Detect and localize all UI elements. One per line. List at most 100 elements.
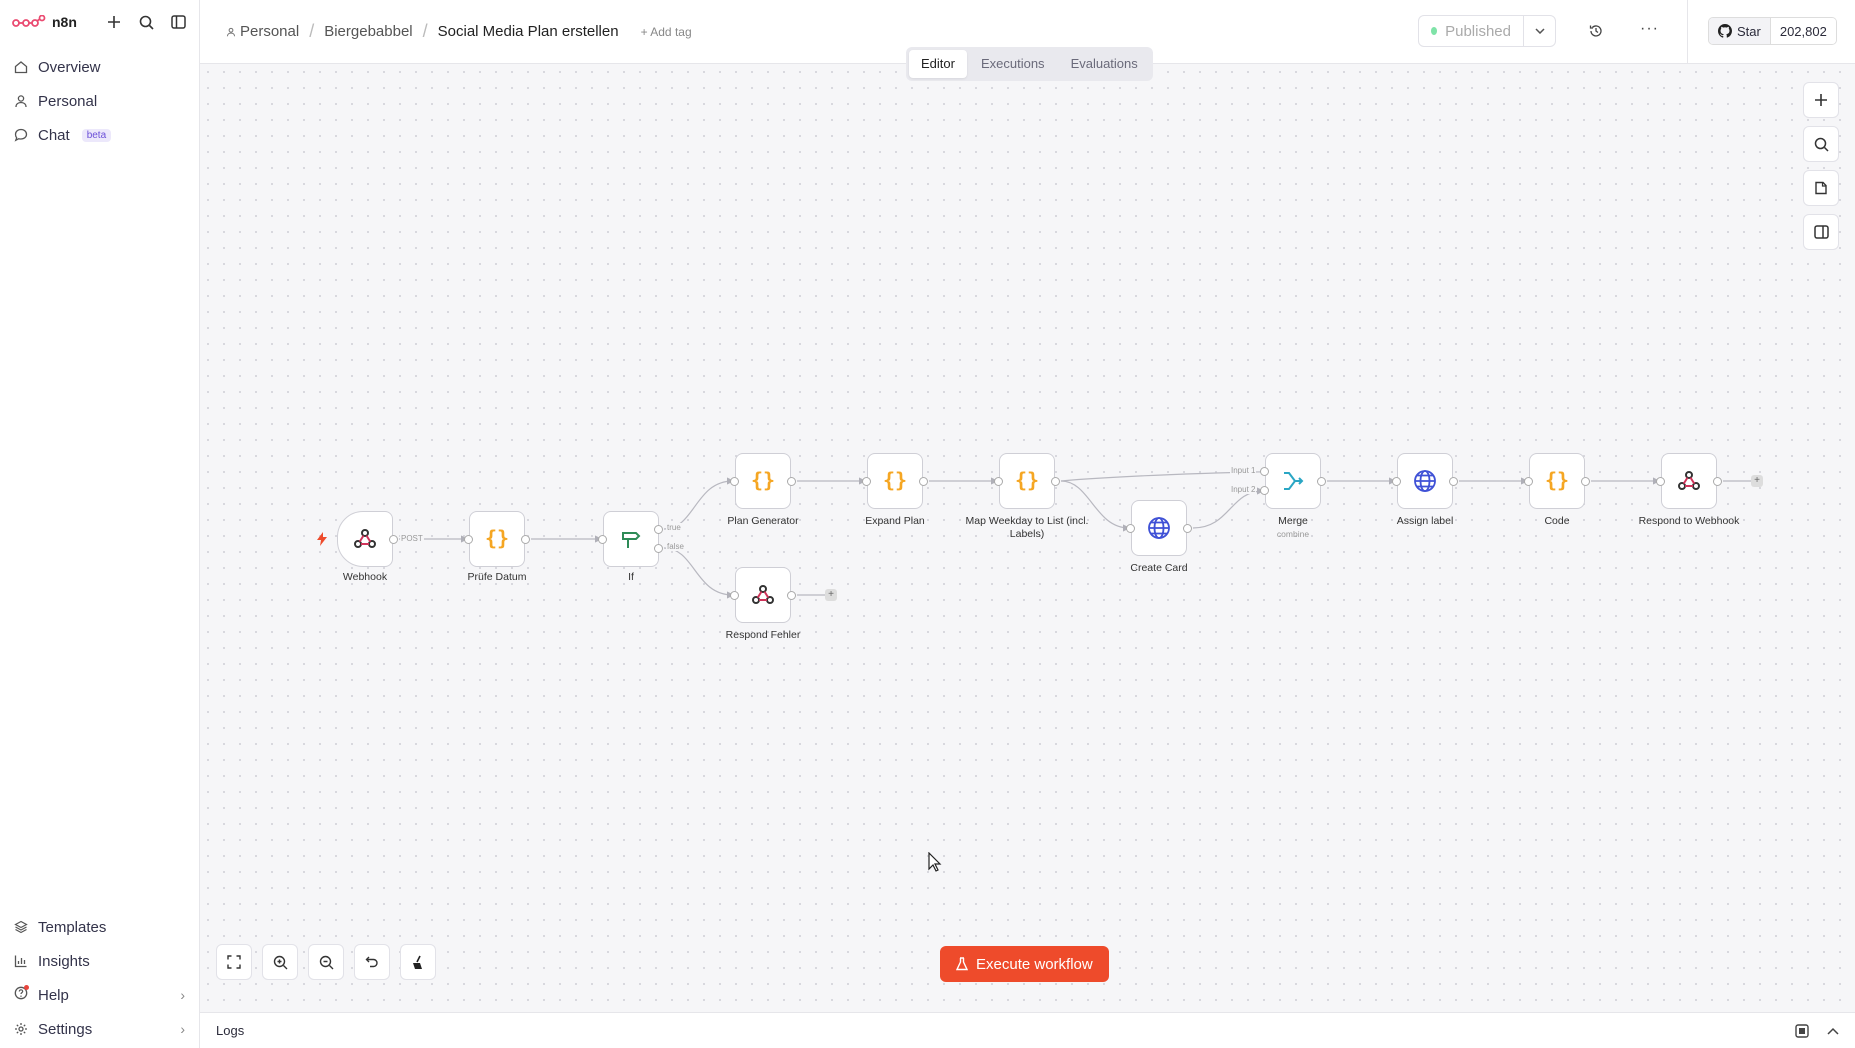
- webhook-icon: [354, 529, 376, 548]
- node-webhook[interactable]: [337, 511, 393, 567]
- breadcrumb-personal[interactable]: Personal: [240, 23, 299, 40]
- add-icon[interactable]: [105, 13, 123, 31]
- port-out[interactable]: [1051, 477, 1060, 486]
- chevron-right-icon: ›: [180, 1021, 185, 1037]
- zoom-in-button[interactable]: [262, 944, 298, 980]
- port-in-2[interactable]: [1260, 486, 1269, 495]
- more-options-icon[interactable]: ···: [1640, 20, 1659, 38]
- port-out[interactable]: [787, 477, 796, 486]
- zoom-out-button[interactable]: [308, 944, 344, 980]
- port-in[interactable]: [464, 535, 473, 544]
- sidebar-item-insights[interactable]: Insights: [0, 944, 199, 978]
- logs-panel[interactable]: Logs: [200, 1012, 1855, 1048]
- node-plan-generator[interactable]: {}: [735, 453, 791, 509]
- svg-text:{}: {}: [751, 468, 775, 492]
- execute-workflow-button[interactable]: Execute workflow: [940, 946, 1109, 982]
- github-star-widget[interactable]: Star 202,802: [1708, 17, 1837, 45]
- port-in[interactable]: [994, 477, 1003, 486]
- sidebar-item-label: Chat: [38, 126, 70, 144]
- port-out-true[interactable]: [654, 525, 663, 534]
- chevron-up-icon[interactable]: [1827, 1027, 1839, 1035]
- node-create-card[interactable]: [1131, 500, 1187, 556]
- workflow-title[interactable]: Social Media Plan erstellen: [438, 23, 619, 40]
- node-assign-label[interactable]: [1397, 453, 1453, 509]
- port-out[interactable]: [389, 535, 398, 544]
- tab-evaluations[interactable]: Evaluations: [1059, 50, 1150, 78]
- node-map-weekday[interactable]: {}: [999, 453, 1055, 509]
- fit-view-button[interactable]: [216, 944, 252, 980]
- publish-status-control: Published: [1418, 15, 1556, 47]
- port-out-false[interactable]: [654, 544, 663, 553]
- sidebar-item-settings[interactable]: Settings ›: [0, 1012, 199, 1046]
- sidebar-item-overview[interactable]: Overview: [0, 50, 199, 84]
- panel-toggle-button[interactable]: [1803, 214, 1839, 250]
- fit-view-icon: [227, 955, 241, 969]
- sidebar-item-chat[interactable]: Chat beta: [0, 118, 199, 152]
- port-out[interactable]: [1183, 524, 1192, 533]
- search-icon[interactable]: [137, 13, 155, 31]
- user-icon: [226, 27, 236, 36]
- undo-button[interactable]: [354, 944, 390, 980]
- node-pruefe-datum[interactable]: {}: [469, 511, 525, 567]
- tidy-up-button[interactable]: [400, 944, 436, 980]
- port-in[interactable]: [1524, 477, 1533, 486]
- port-in[interactable]: [1392, 477, 1401, 486]
- port-out[interactable]: [521, 535, 530, 544]
- sidebar-item-personal[interactable]: Personal: [0, 84, 199, 118]
- canvas-zoom-toolbar: [216, 944, 436, 980]
- port-out[interactable]: [1713, 477, 1722, 486]
- edge-label-false: false: [666, 542, 685, 551]
- add-node-plus-icon[interactable]: +: [825, 589, 837, 601]
- port-out[interactable]: [919, 477, 928, 486]
- port-out[interactable]: [1449, 477, 1458, 486]
- add-tag-link[interactable]: + Add tag: [641, 25, 692, 39]
- node-expand-plan[interactable]: {}: [867, 453, 923, 509]
- search-nodes-button[interactable]: [1803, 126, 1839, 162]
- published-button[interactable]: Published: [1419, 16, 1523, 46]
- port-out[interactable]: [1317, 477, 1326, 486]
- sidebar-toggle-icon[interactable]: [169, 13, 187, 31]
- logo-text: n8n: [52, 14, 77, 30]
- webhook-icon: [752, 585, 774, 604]
- history-button[interactable]: [1586, 21, 1606, 41]
- node-respond-to-webhook[interactable]: [1661, 453, 1717, 509]
- port-in[interactable]: [862, 477, 871, 486]
- breadcrumb-project[interactable]: Biergebabbel: [324, 23, 412, 40]
- canvas-right-toolbar: [1803, 82, 1839, 250]
- edge-label-post: POST: [400, 534, 424, 543]
- gear-icon: [15, 1023, 27, 1035]
- add-node-plus-icon[interactable]: +: [1751, 475, 1763, 487]
- workflow-canvas[interactable]: POST true false Input 1 Input 2 Webhook …: [200, 64, 1855, 1012]
- port-in[interactable]: [1126, 524, 1135, 533]
- github-star-button[interactable]: Star: [1709, 18, 1771, 44]
- svg-text:{}: {}: [883, 468, 907, 492]
- github-icon: [1718, 24, 1732, 38]
- n8n-logo[interactable]: n8n: [12, 14, 77, 30]
- sidebar-item-help[interactable]: Help ›: [0, 978, 199, 1012]
- sidebar-header: n8n: [0, 0, 199, 44]
- tab-executions[interactable]: Executions: [969, 50, 1057, 78]
- sidebar-item-label: Personal: [38, 92, 98, 110]
- node-respond-fehler[interactable]: [735, 567, 791, 623]
- chevron-down-icon: [1534, 28, 1545, 34]
- panel-icon: [1813, 225, 1829, 239]
- port-in[interactable]: [598, 535, 607, 544]
- port-in-1[interactable]: [1260, 467, 1269, 476]
- sidebar-item-templates[interactable]: Templates: [0, 910, 199, 944]
- sticky-note-button[interactable]: [1803, 170, 1839, 206]
- node-if[interactable]: [603, 511, 659, 567]
- tab-editor[interactable]: Editor: [909, 50, 967, 78]
- node-merge[interactable]: [1265, 453, 1321, 509]
- port-out[interactable]: [787, 591, 796, 600]
- port-in[interactable]: [730, 591, 739, 600]
- port-in[interactable]: [730, 477, 739, 486]
- code-braces-icon: {}: [883, 468, 907, 492]
- port-in[interactable]: [1656, 477, 1665, 486]
- node-code[interactable]: {}: [1529, 453, 1585, 509]
- popout-icon[interactable]: [1795, 1023, 1809, 1038]
- breadcrumb: Personal / Biergebabbel / Social Media P…: [200, 0, 692, 64]
- add-node-button[interactable]: [1803, 82, 1839, 118]
- publish-dropdown-button[interactable]: [1523, 16, 1555, 46]
- port-out[interactable]: [1581, 477, 1590, 486]
- code-braces-icon: {}: [751, 468, 775, 492]
